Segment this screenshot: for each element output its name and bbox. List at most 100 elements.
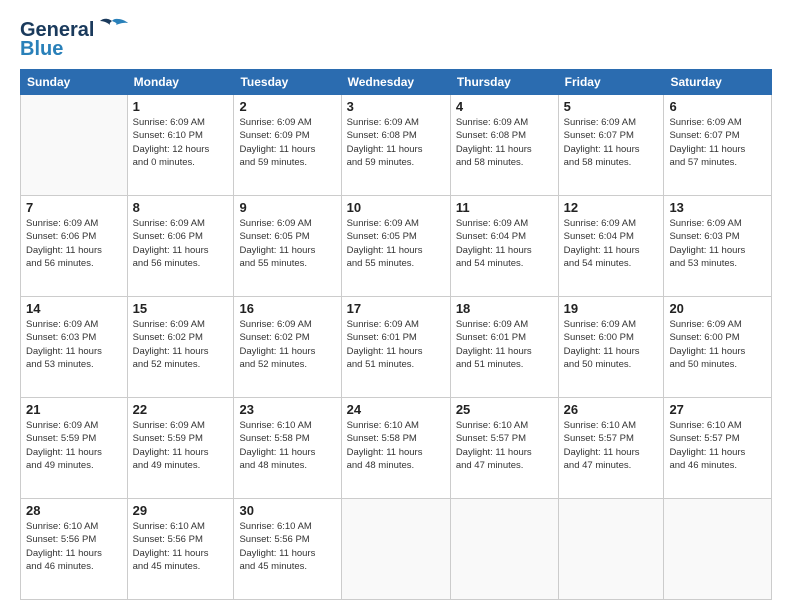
- day-cell: [21, 95, 128, 196]
- day-number: 8: [133, 200, 229, 215]
- day-cell: 15Sunrise: 6:09 AMSunset: 6:02 PMDayligh…: [127, 297, 234, 398]
- weekday-header-row: SundayMondayTuesdayWednesdayThursdayFrid…: [21, 70, 772, 95]
- day-info: Sunrise: 6:09 AMSunset: 6:00 PMDaylight:…: [669, 318, 766, 371]
- day-cell: 20 Sunrise: 6:09 AMSunset: 6:00 PMDayligh…: [664, 297, 772, 398]
- day-cell: 3Sunrise: 6:09 AMSunset: 6:08 PMDaylight…: [341, 95, 450, 196]
- day-info: Sunrise: 6:09 AMSunset: 6:09 PMDaylight:…: [239, 116, 335, 169]
- day-number: 22: [133, 402, 229, 417]
- day-number: 27: [669, 402, 766, 417]
- day-number: 9: [239, 200, 335, 215]
- day-cell: 12Sunrise: 6:09 AMSunset: 6:04 PMDayligh…: [558, 196, 664, 297]
- day-number: 23: [239, 402, 335, 417]
- day-number: 30: [239, 503, 335, 518]
- day-cell: 24 Sunrise: 6:10 AMSunset: 5:58 PMDayligh…: [341, 398, 450, 499]
- day-number: 25: [456, 402, 553, 417]
- day-number: 11: [456, 200, 553, 215]
- day-number: 7: [26, 200, 122, 215]
- week-row-5: 28 Sunrise: 6:10 AMSunset: 5:56 PMDayligh…: [21, 499, 772, 600]
- weekday-header-monday: Monday: [127, 70, 234, 95]
- day-cell: 21Sunrise: 6:09 AMSunset: 5:59 PMDayligh…: [21, 398, 128, 499]
- day-number: 20: [669, 301, 766, 316]
- day-info: Sunrise: 6:09 AMSunset: 6:01 PMDaylight:…: [347, 318, 445, 371]
- logo-blue-text: Blue: [20, 38, 63, 60]
- day-info: Sunrise: 6:09 AMSunset: 5:59 PMDaylight:…: [133, 419, 229, 472]
- day-cell: 18 Sunrise: 6:09 AMSunset: 6:01 PMDayligh…: [450, 297, 558, 398]
- day-number: 10: [347, 200, 445, 215]
- day-info: Sunrise: 6:10 AMSunset: 5:58 PMDaylight:…: [239, 419, 335, 472]
- day-cell: 14 Sunrise: 6:09 AMSunset: 6:03 PMDayligh…: [21, 297, 128, 398]
- day-number: 4: [456, 99, 553, 114]
- day-info: Sunrise: 6:09 AMSunset: 6:02 PMDaylight:…: [133, 318, 229, 371]
- day-cell: 13 Sunrise: 6:09 AMSunset: 6:03 PMDayligh…: [664, 196, 772, 297]
- day-cell: 6 Sunrise: 6:09 AMSunset: 6:07 PMDaylight…: [664, 95, 772, 196]
- day-info: Sunrise: 6:09 AMSunset: 6:04 PMDaylight:…: [456, 217, 553, 270]
- calendar-table: SundayMondayTuesdayWednesdayThursdayFrid…: [20, 69, 772, 600]
- day-info: Sunrise: 6:09 AMSunset: 6:06 PMDaylight:…: [133, 217, 229, 270]
- day-cell: [341, 499, 450, 600]
- logo: General Blue: [20, 18, 128, 61]
- day-cell: 22 Sunrise: 6:09 AMSunset: 5:59 PMDayligh…: [127, 398, 234, 499]
- day-cell: 11 Sunrise: 6:09 AMSunset: 6:04 PMDayligh…: [450, 196, 558, 297]
- day-cell: 26Sunrise: 6:10 AMSunset: 5:57 PMDayligh…: [558, 398, 664, 499]
- day-number: 14: [26, 301, 122, 316]
- weekday-header-friday: Friday: [558, 70, 664, 95]
- day-cell: 19Sunrise: 6:09 AMSunset: 6:00 PMDayligh…: [558, 297, 664, 398]
- week-row-1: 1 Sunrise: 6:09 AMSunset: 6:10 PMDaylight…: [21, 95, 772, 196]
- day-number: 12: [564, 200, 659, 215]
- weekday-header-tuesday: Tuesday: [234, 70, 341, 95]
- day-number: 13: [669, 200, 766, 215]
- day-info: Sunrise: 6:09 AMSunset: 6:02 PMDaylight:…: [239, 318, 335, 371]
- day-cell: 29Sunrise: 6:10 AMSunset: 5:56 PMDayligh…: [127, 499, 234, 600]
- day-cell: 2 Sunrise: 6:09 AMSunset: 6:09 PMDaylight…: [234, 95, 341, 196]
- weekday-header-sunday: Sunday: [21, 70, 128, 95]
- day-info: Sunrise: 6:09 AMSunset: 6:03 PMDaylight:…: [26, 318, 122, 371]
- page: General Blue SundayMondayTuesdayWednesda…: [0, 0, 792, 612]
- day-cell: [558, 499, 664, 600]
- day-cell: 4 Sunrise: 6:09 AMSunset: 6:08 PMDaylight…: [450, 95, 558, 196]
- header: General Blue: [20, 18, 772, 61]
- day-info: Sunrise: 6:10 AMSunset: 5:58 PMDaylight:…: [347, 419, 445, 472]
- weekday-header-thursday: Thursday: [450, 70, 558, 95]
- day-info: Sunrise: 6:09 AMSunset: 6:08 PMDaylight:…: [347, 116, 445, 169]
- day-number: 28: [26, 503, 122, 518]
- day-number: 17: [347, 301, 445, 316]
- day-number: 1: [133, 99, 229, 114]
- day-number: 16: [239, 301, 335, 316]
- day-info: Sunrise: 6:09 AMSunset: 6:10 PMDaylight:…: [133, 116, 229, 169]
- week-row-4: 21 Sunrise: 6:09 AMSunset: 5:59 PMDayligh…: [21, 398, 772, 499]
- day-cell: [450, 499, 558, 600]
- day-info: Sunrise: 6:10 AMSunset: 5:56 PMDaylight:…: [26, 520, 122, 573]
- day-number: 2: [239, 99, 335, 114]
- day-cell: 23 Sunrise: 6:10 AMSunset: 5:58 PMDayligh…: [234, 398, 341, 499]
- day-info: Sunrise: 6:09 AMSunset: 6:08 PMDaylight:…: [456, 116, 553, 169]
- day-cell: [664, 499, 772, 600]
- day-info: Sunrise: 6:09 AMSunset: 6:06 PMDaylight:…: [26, 217, 122, 270]
- day-cell: 5 Sunrise: 6:09 AMSunset: 6:07 PMDaylight…: [558, 95, 664, 196]
- day-number: 18: [456, 301, 553, 316]
- day-info: Sunrise: 6:09 AMSunset: 6:01 PMDaylight:…: [456, 318, 553, 371]
- day-info: Sunrise: 6:09 AMSunset: 6:03 PMDaylight:…: [669, 217, 766, 270]
- day-cell: 27 Sunrise: 6:10 AMSunset: 5:57 PMDayligh…: [664, 398, 772, 499]
- day-number: 21: [26, 402, 122, 417]
- day-info: Sunrise: 6:10 AMSunset: 5:56 PMDaylight:…: [239, 520, 335, 573]
- week-row-3: 14 Sunrise: 6:09 AMSunset: 6:03 PMDayligh…: [21, 297, 772, 398]
- weekday-header-wednesday: Wednesday: [341, 70, 450, 95]
- logo-bird-icon: [96, 17, 128, 39]
- weekday-header-saturday: Saturday: [664, 70, 772, 95]
- day-number: 26: [564, 402, 659, 417]
- day-info: Sunrise: 6:09 AMSunset: 6:07 PMDaylight:…: [669, 116, 766, 169]
- day-cell: 16 Sunrise: 6:09 AMSunset: 6:02 PMDayligh…: [234, 297, 341, 398]
- day-info: Sunrise: 6:09 AMSunset: 6:05 PMDaylight:…: [347, 217, 445, 270]
- day-number: 6: [669, 99, 766, 114]
- day-cell: 17 Sunrise: 6:09 AMSunset: 6:01 PMDayligh…: [341, 297, 450, 398]
- day-cell: 25Sunrise: 6:10 AMSunset: 5:57 PMDayligh…: [450, 398, 558, 499]
- day-cell: 10 Sunrise: 6:09 AMSunset: 6:05 PMDayligh…: [341, 196, 450, 297]
- day-info: Sunrise: 6:09 AMSunset: 6:05 PMDaylight:…: [239, 217, 335, 270]
- day-info: Sunrise: 6:10 AMSunset: 5:57 PMDaylight:…: [669, 419, 766, 472]
- day-info: Sunrise: 6:10 AMSunset: 5:56 PMDaylight:…: [133, 520, 229, 573]
- day-info: Sunrise: 6:09 AMSunset: 6:07 PMDaylight:…: [564, 116, 659, 169]
- day-number: 5: [564, 99, 659, 114]
- day-cell: 8 Sunrise: 6:09 AMSunset: 6:06 PMDaylight…: [127, 196, 234, 297]
- day-cell: 28 Sunrise: 6:10 AMSunset: 5:56 PMDayligh…: [21, 499, 128, 600]
- day-number: 24: [347, 402, 445, 417]
